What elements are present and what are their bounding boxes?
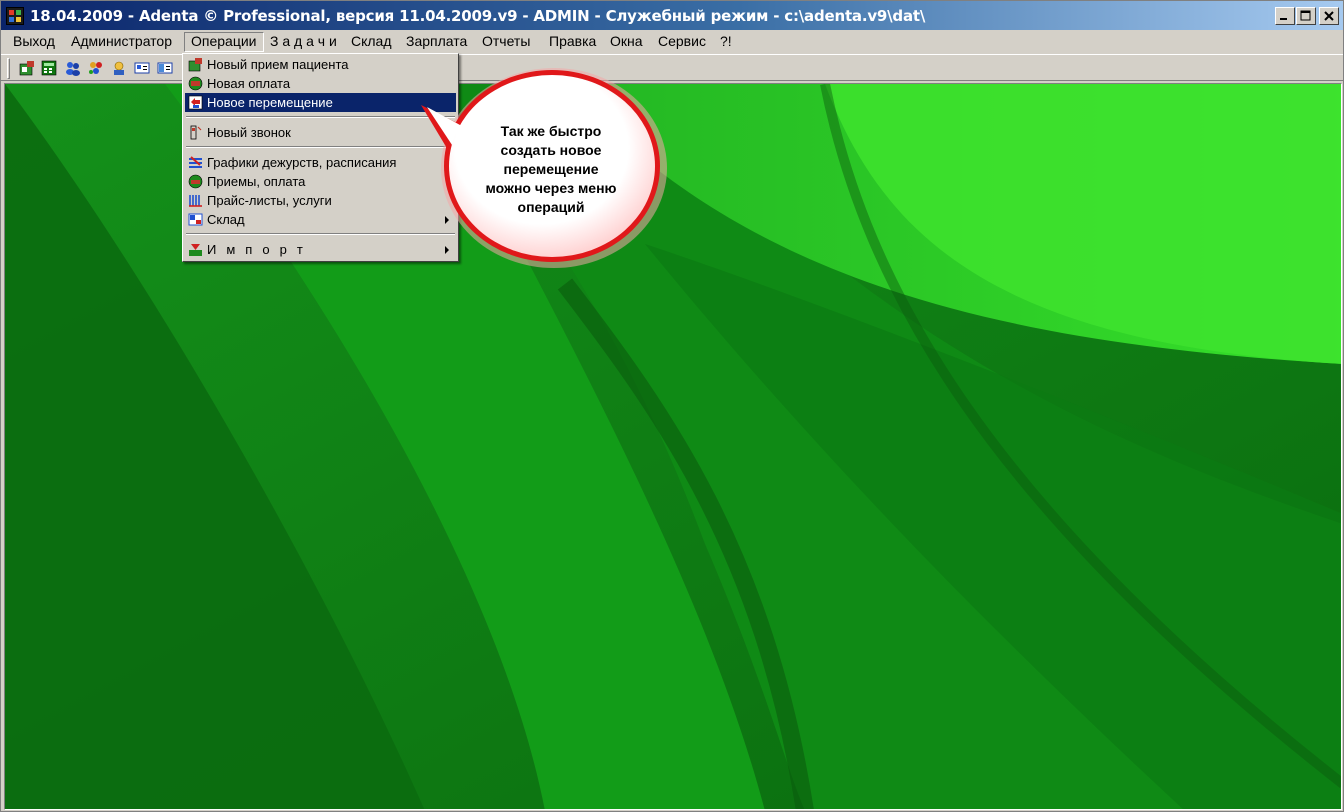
menu-item-label: Новый прием пациента bbox=[207, 57, 349, 72]
minimize-button[interactable] bbox=[1275, 7, 1295, 25]
menu-edit[interactable]: Правка bbox=[543, 32, 602, 52]
menu-help[interactable]: ?! bbox=[714, 32, 738, 52]
menu-item-label: Новая оплата bbox=[207, 76, 291, 91]
import-icon bbox=[189, 244, 202, 256]
menu-item-label: Графики дежурств, расписания bbox=[207, 155, 397, 170]
new-patient-icon[interactable] bbox=[19, 60, 35, 76]
menu-item-label: И м п о р т bbox=[207, 242, 306, 257]
menu-bar: Выход Администратор Операции З а д а ч и… bbox=[1, 30, 1343, 52]
warehouse-icon bbox=[188, 213, 203, 226]
menu-reports[interactable]: Отчеты bbox=[476, 32, 536, 52]
user-icon[interactable] bbox=[111, 60, 127, 76]
menu-operations[interactable]: Операции bbox=[184, 32, 264, 52]
menu-tasks[interactable]: З а д а ч и bbox=[264, 32, 343, 52]
journal-icon[interactable] bbox=[157, 60, 173, 76]
calculator-icon[interactable] bbox=[41, 60, 57, 76]
menu-item-label: Новое перемещение bbox=[207, 95, 333, 110]
callout-text: Так же быстро создать новое перемещение … bbox=[459, 122, 643, 217]
schedule-icon bbox=[189, 156, 202, 168]
window-title: 18.04.2009 - Adenta © Professional, верс… bbox=[30, 7, 926, 25]
callout-line: перемещение bbox=[503, 161, 599, 177]
card-icon[interactable] bbox=[134, 60, 150, 76]
users-icon[interactable] bbox=[65, 60, 81, 76]
callout-line: Так же быстро bbox=[500, 123, 602, 139]
menu-salary[interactable]: Зарплата bbox=[400, 32, 473, 52]
menu-item-label: Склад bbox=[207, 212, 245, 227]
appointments-payment-icon bbox=[188, 174, 203, 189]
close-icon bbox=[1324, 11, 1334, 21]
menu-administrator[interactable]: Администратор bbox=[65, 32, 178, 52]
app-icon[interactable] bbox=[6, 7, 24, 25]
close-button[interactable] bbox=[1319, 7, 1339, 25]
menu-item-label: Прайс-листы, услуги bbox=[207, 193, 332, 208]
new-payment-icon bbox=[188, 76, 203, 91]
new-appointment-icon bbox=[188, 58, 202, 72]
menu-item-label: Приемы, оплата bbox=[207, 174, 306, 189]
minimize-icon bbox=[1280, 18, 1287, 20]
menu-windows[interactable]: Окна bbox=[604, 32, 649, 52]
menu-exit[interactable]: Выход bbox=[7, 32, 61, 52]
maximize-icon bbox=[1300, 10, 1311, 21]
menu-service[interactable]: Сервис bbox=[652, 32, 712, 52]
menu-item-label: Новый звонок bbox=[207, 125, 291, 140]
price-list-icon bbox=[189, 195, 202, 207]
callout-line: можно через меню bbox=[485, 180, 617, 196]
menu-warehouse[interactable]: Склад bbox=[345, 32, 398, 52]
application-window: 18.04.2009 - Adenta © Professional, верс… bbox=[0, 0, 1344, 812]
maximize-button[interactable] bbox=[1296, 7, 1316, 25]
callout-line: операций bbox=[517, 199, 585, 215]
colors-icon[interactable] bbox=[88, 60, 104, 76]
new-transfer-icon bbox=[188, 95, 203, 110]
title-bar[interactable]: 18.04.2009 - Adenta © Professional, верс… bbox=[1, 1, 1343, 31]
toolbar-grip[interactable] bbox=[7, 58, 10, 79]
new-call-icon bbox=[190, 125, 202, 140]
callout-line: создать новое bbox=[500, 142, 602, 158]
